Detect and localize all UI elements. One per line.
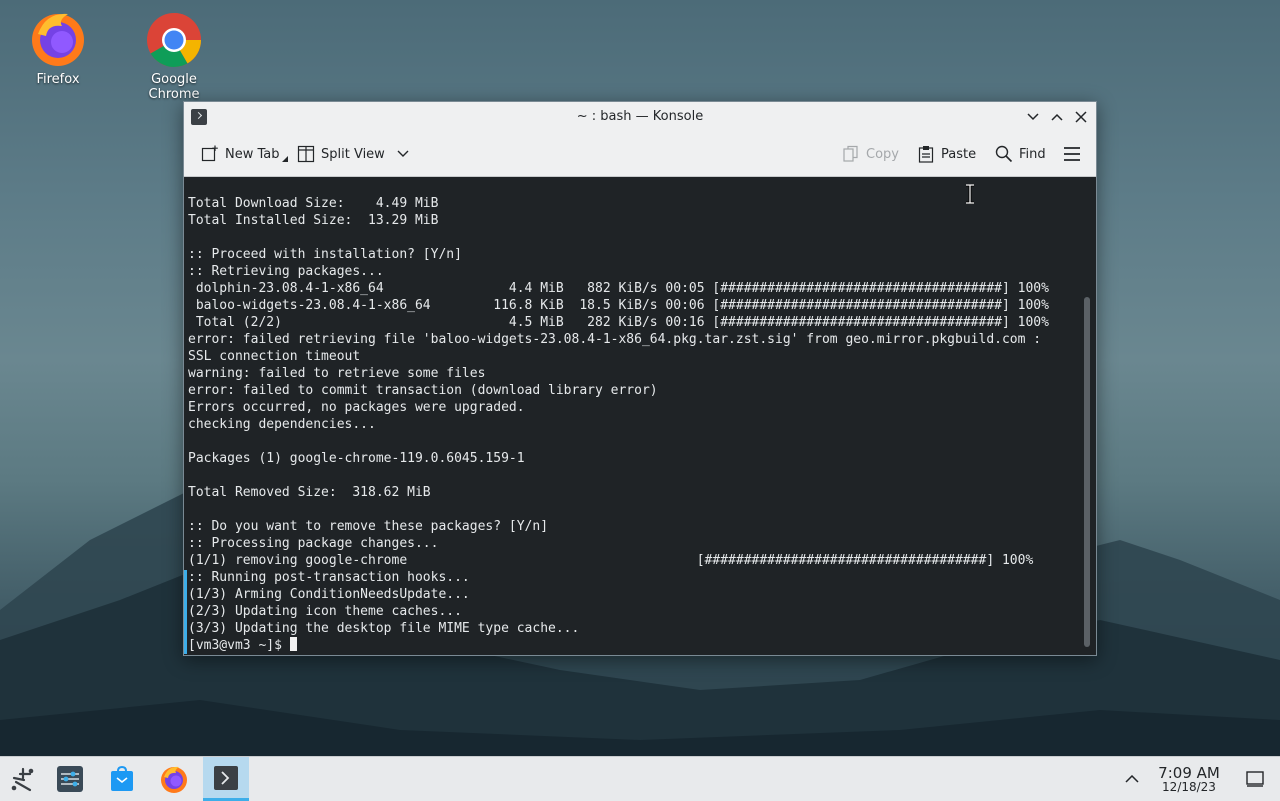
desktop-icon-label: Google Chrome [148,72,200,102]
terminal-line: (2/3) Updating icon theme caches... [188,604,462,619]
chrome-icon [144,8,204,68]
settings-icon [57,766,83,792]
terminal-line: error: failed to commit transaction (dow… [188,383,658,398]
chevron-down-icon [397,150,409,157]
desktop-icon-google-chrome[interactable]: Google Chrome [124,8,224,102]
dropdown-corner-icon [281,156,288,162]
terminal-line: baloo-widgets-23.08.4-1-x86_64 116.8 KiB… [195,298,1049,313]
terminal-line: error: failed retrieving file 'baloo-wid… [188,332,1042,347]
konsole-icon [214,765,238,790]
terminal-line: SSL connection timeout [188,349,361,364]
firefox-icon [161,766,187,793]
search-icon [995,145,1013,163]
terminal-line: Packages (1) google-chrome-119.0.6045.15… [188,451,525,466]
show-desktop-button[interactable] [1233,757,1277,801]
system-tray-expander[interactable] [1110,757,1154,801]
hamburger-menu-icon [1064,147,1080,161]
find-button[interactable]: Find [995,144,1046,164]
new-tab-icon [201,145,218,162]
terminal-line: Total Removed Size: 318.62 MiB [188,485,431,500]
terminal-line: :: Processing package changes... [188,536,439,551]
paste-label: Paste [941,146,977,162]
taskbar-firefox[interactable] [151,757,197,801]
minimize-button[interactable] [1023,107,1043,127]
terminal-line: Total Installed Size: 13.29 MiB [188,213,439,228]
copy-button[interactable]: Copy [842,144,899,164]
application-launcher-button[interactable] [0,757,46,801]
terminal-line: :: Do you want to remove these packages?… [188,519,549,534]
text-cursor [289,637,297,651]
new-tab-label: New Tab [225,146,280,162]
paste-button[interactable]: Paste [917,144,976,164]
terminal-prompt: [vm3@vm3 ~]$ [188,638,290,653]
digital-clock[interactable]: 7:09 AM 12/18/23 [1150,764,1228,794]
terminal-text: Total Download Size: 4.49 MiB Total Inst… [188,196,1049,636]
split-view-button[interactable]: Split View [297,144,409,164]
terminal-line: dolphin-23.08.4-1-x86_64 4.4 MiB 882 KiB… [195,281,1049,296]
desktop-icon-firefox[interactable]: Firefox [8,8,108,87]
maximize-button[interactable] [1047,107,1067,127]
terminal-line: Total Download Size: 4.49 MiB [188,196,439,211]
find-label: Find [1019,146,1046,162]
window-title: ~ : bash — Konsole [576,109,704,124]
terminal-output[interactable]: Total Download Size: 4.49 MiB Total Inst… [184,177,1082,654]
terminal-line: :: Running post-transaction hooks... [188,570,470,585]
paste-icon [918,146,934,163]
terminal-line: warning: failed to retrieve some files [188,366,486,381]
selection-marker [184,570,187,654]
terminal-line: Total (2/2) 4.5 MiB 282 KiB/s 00:16 [###… [195,315,1049,330]
copy-label: Copy [866,146,899,162]
split-view-label: Split View [321,146,385,162]
taskbar-konsole[interactable] [203,757,249,801]
clock-date: 12/18/23 [1162,780,1216,794]
terminal-line: (1/1) removing google-chrome [##########… [188,553,1034,568]
firefox-icon [28,8,88,68]
konsole-window: ~ : bash — Konsole New Tab Split View Co… [183,101,1097,656]
copy-icon [843,145,858,162]
close-button[interactable] [1071,107,1091,127]
desktop-icon-label: Firefox [36,72,80,87]
terminal-line: (3/3) Updating the desktop file MIME typ… [188,621,580,636]
taskbar-discover[interactable] [99,757,145,801]
mouse-ibeam-cursor-icon [966,184,974,204]
new-tab-button[interactable]: New Tab [201,144,288,164]
taskbar-system-settings[interactable] [47,757,93,801]
konsole-toolbar: New Tab Split View Copy Paste Find [184,132,1096,177]
terminal-line: Errors occurred, no packages were upgrad… [188,400,525,415]
terminal-line: (1/3) Arming ConditionNeedsUpdate... [188,587,470,602]
application-launcher-icon [11,767,34,792]
show-desktop-icon [1246,771,1264,787]
terminal-line: checking dependencies... [188,417,376,432]
terminal-line: :: Proceed with installation? [Y/n] [188,247,462,262]
discover-icon [111,765,133,791]
split-view-icon [297,145,315,163]
terminal-scrollbar[interactable] [1084,297,1090,647]
window-titlebar[interactable]: ~ : bash — Konsole [184,102,1096,132]
terminal-line: :: Retrieving packages... [188,264,384,279]
taskbar: 7:09 AM 12/18/23 [0,756,1280,801]
hamburger-menu-button[interactable] [1063,144,1081,164]
chevron-up-icon [1125,775,1139,783]
